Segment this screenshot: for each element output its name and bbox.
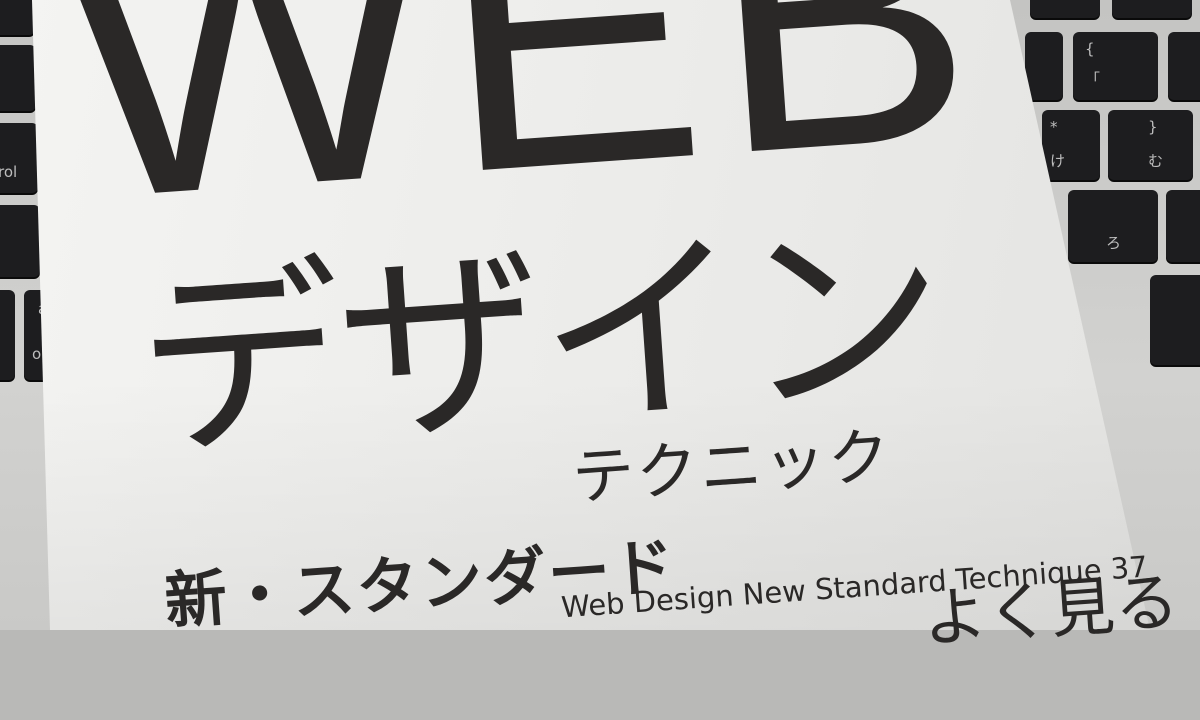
- cover-text: WEB デザイン テクニック 新・スタンダード Web Design New S…: [0, 0, 1200, 671]
- partial-bottom-text: よく見る: [920, 565, 1182, 658]
- subtitle-technique: テクニック: [569, 419, 895, 515]
- keyboard-key: [0, 0, 35, 35]
